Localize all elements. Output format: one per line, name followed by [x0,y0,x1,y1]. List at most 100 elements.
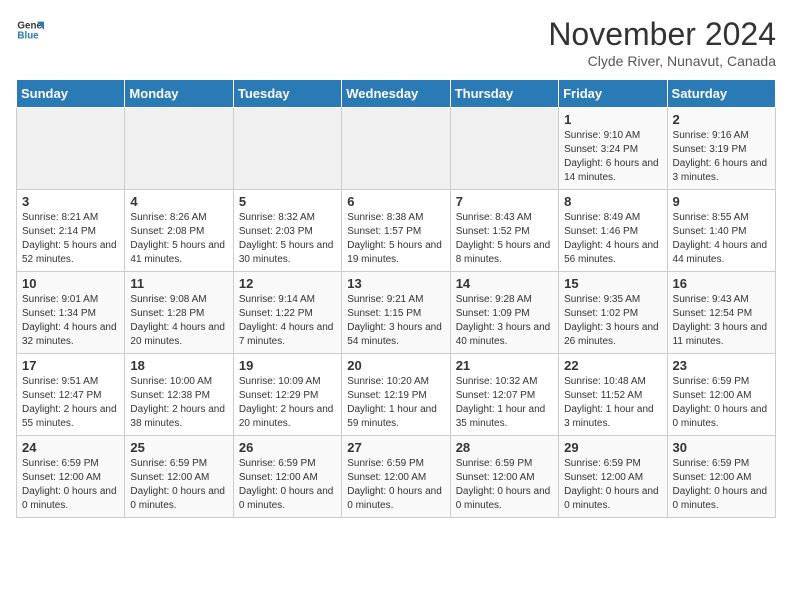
day-cell: 24Sunrise: 6:59 PM Sunset: 12:00 AM Dayl… [17,436,125,518]
day-info: Sunrise: 9:28 AM Sunset: 1:09 PM Dayligh… [456,293,553,349]
day-header-saturday: Saturday [667,80,775,108]
day-cell [233,108,341,190]
day-number: 26 [239,440,336,455]
day-cell: 21 Sunrise: 10:32 AM Sunset: 12:07 PM Day… [450,354,558,436]
day-number: 23 [673,358,770,373]
day-cell: 16 Sunrise: 9:43 AM Sunset: 12:54 PM Dayl… [667,272,775,354]
day-number: 30 [673,440,770,455]
day-cell: 1 Sunrise: 9:10 AM Sunset: 3:24 PM Daylig… [559,108,667,190]
day-number: 12 [239,276,336,291]
day-number: 21 [456,358,553,373]
day-info: Sunrise: 9:43 AM Sunset: 12:54 PM Daylig… [673,293,770,349]
day-number: 29 [564,440,661,455]
day-info: Sunrise: 9:01 AM Sunset: 1:34 PM Dayligh… [22,293,119,349]
day-info: Sunrise: 8:26 AM Sunset: 2:08 PM Dayligh… [130,211,227,267]
day-cell: 20 Sunrise: 10:20 AM Sunset: 12:19 PM Day… [342,354,450,436]
header: General Blue November 2024 Clyde River, … [16,16,776,69]
svg-text:Blue: Blue [17,30,39,41]
day-number: 13 [347,276,444,291]
day-number: 7 [456,194,553,209]
day-cell: 14 Sunrise: 9:28 AM Sunset: 1:09 PM Dayli… [450,272,558,354]
title-area: November 2024 Clyde River, Nunavut, Cana… [548,16,776,69]
day-cell [17,108,125,190]
day-cell: 19Sunrise: 10:09 AM Sunset: 12:29 PM Day… [233,354,341,436]
day-cell: 26 Sunrise: 6:59 PM Sunset: 12:00 AM Dayl… [233,436,341,518]
day-number: 8 [564,194,661,209]
day-cell: 12 Sunrise: 9:14 AM Sunset: 1:22 PM Dayli… [233,272,341,354]
day-cell: 23 Sunrise: 6:59 PM Sunset: 12:00 AM Dayl… [667,354,775,436]
day-cell: 2 Sunrise: 9:16 AM Sunset: 3:19 PM Daylig… [667,108,775,190]
day-info: Sunrise: 9:08 AM Sunset: 1:28 PM Dayligh… [130,293,227,349]
day-info: Sunrise: 9:16 AM Sunset: 3:19 PM Dayligh… [673,129,770,185]
day-info: Sunrise: 9:51 AM Sunset: 12:47 PM Daylig… [22,375,119,431]
day-cell: 15Sunrise: 9:35 AM Sunset: 1:02 PM Dayli… [559,272,667,354]
day-cell: 17 Sunrise: 9:51 AM Sunset: 12:47 PM Dayl… [17,354,125,436]
day-cell [450,108,558,190]
day-cell: 11 Sunrise: 9:08 AM Sunset: 1:28 PM Dayli… [125,272,233,354]
day-header-sunday: Sunday [17,80,125,108]
day-info: Sunrise: 10:32 AM Sunset: 12:07 PM Dayli… [456,375,553,431]
day-number: 1 [564,112,661,127]
day-info: Sunrise: 9:14 AM Sunset: 1:22 PM Dayligh… [239,293,336,349]
day-info: Sunrise: 6:59 PM Sunset: 12:00 AM Daylig… [456,457,553,513]
day-info: Sunrise: 6:59 PM Sunset: 12:00 AM Daylig… [673,457,770,513]
day-info: Sunrise: 8:38 AM Sunset: 1:57 PM Dayligh… [347,211,444,267]
day-cell: 3 Sunrise: 8:21 AM Sunset: 2:14 PM Daylig… [17,190,125,272]
day-number: 15 [564,276,661,291]
day-cell: 4 Sunrise: 8:26 AM Sunset: 2:08 PM Daylig… [125,190,233,272]
day-cell: 13 Sunrise: 9:21 AM Sunset: 1:15 PM Dayli… [342,272,450,354]
day-cell: 7 Sunrise: 8:43 AM Sunset: 1:52 PM Daylig… [450,190,558,272]
calendar-header: SundayMondayTuesdayWednesdayThursdayFrid… [17,80,776,108]
calendar-body: 1 Sunrise: 9:10 AM Sunset: 3:24 PM Daylig… [17,108,776,518]
logo: General Blue [16,16,44,44]
logo-icon: General Blue [16,16,44,44]
day-cell: 8Sunrise: 8:49 AM Sunset: 1:46 PM Daylig… [559,190,667,272]
day-info: Sunrise: 6:59 PM Sunset: 12:00 AM Daylig… [130,457,227,513]
day-info: Sunrise: 10:09 AM Sunset: 12:29 PM Dayli… [239,375,336,431]
day-number: 4 [130,194,227,209]
day-header-monday: Monday [125,80,233,108]
calendar: SundayMondayTuesdayWednesdayThursdayFrid… [16,79,776,518]
day-number: 11 [130,276,227,291]
day-info: Sunrise: 9:21 AM Sunset: 1:15 PM Dayligh… [347,293,444,349]
day-info: Sunrise: 8:43 AM Sunset: 1:52 PM Dayligh… [456,211,553,267]
day-cell: 18Sunrise: 10:00 AM Sunset: 12:38 PM Day… [125,354,233,436]
day-cell [342,108,450,190]
day-cell: 27 Sunrise: 6:59 PM Sunset: 12:00 AM Dayl… [342,436,450,518]
day-number: 2 [673,112,770,127]
day-info: Sunrise: 6:59 PM Sunset: 12:00 AM Daylig… [239,457,336,513]
day-cell: 30 Sunrise: 6:59 PM Sunset: 12:00 AM Dayl… [667,436,775,518]
day-number: 27 [347,440,444,455]
day-cell: 22 Sunrise: 10:48 AM Sunset: 11:52 AM Day… [559,354,667,436]
week-row-2: 3 Sunrise: 8:21 AM Sunset: 2:14 PM Daylig… [17,190,776,272]
month-title: November 2024 [548,16,776,53]
day-number: 18 [130,358,227,373]
location-subtitle: Clyde River, Nunavut, Canada [548,53,776,69]
day-cell: 25Sunrise: 6:59 PM Sunset: 12:00 AM Dayl… [125,436,233,518]
day-info: Sunrise: 6:59 PM Sunset: 12:00 AM Daylig… [564,457,661,513]
day-number: 3 [22,194,119,209]
week-row-1: 1 Sunrise: 9:10 AM Sunset: 3:24 PM Daylig… [17,108,776,190]
day-number: 6 [347,194,444,209]
week-row-4: 17 Sunrise: 9:51 AM Sunset: 12:47 PM Dayl… [17,354,776,436]
day-number: 16 [673,276,770,291]
day-info: Sunrise: 9:10 AM Sunset: 3:24 PM Dayligh… [564,129,661,185]
week-row-5: 24 Sunrise: 6:59 PM Sunset: 12:00 AM Dayl… [17,436,776,518]
day-info: Sunrise: 10:48 AM Sunset: 11:52 AM Dayli… [564,375,661,431]
day-info: Sunrise: 8:21 AM Sunset: 2:14 PM Dayligh… [22,211,119,267]
day-number: 10 [22,276,119,291]
day-info: Sunrise: 6:59 PM Sunset: 12:00 AM Daylig… [347,457,444,513]
day-info: Sunrise: 8:55 AM Sunset: 1:40 PM Dayligh… [673,211,770,267]
day-cell: 29 Sunrise: 6:59 PM Sunset: 12:00 AM Dayl… [559,436,667,518]
day-number: 22 [564,358,661,373]
day-number: 20 [347,358,444,373]
day-info: Sunrise: 6:59 PM Sunset: 12:00 AM Daylig… [673,375,770,431]
days-row: SundayMondayTuesdayWednesdayThursdayFrid… [17,80,776,108]
day-number: 14 [456,276,553,291]
day-info: Sunrise: 10:20 AM Sunset: 12:19 PM Dayli… [347,375,444,431]
day-header-thursday: Thursday [450,80,558,108]
day-number: 24 [22,440,119,455]
day-info: Sunrise: 8:32 AM Sunset: 2:03 PM Dayligh… [239,211,336,267]
day-number: 9 [673,194,770,209]
day-number: 17 [22,358,119,373]
